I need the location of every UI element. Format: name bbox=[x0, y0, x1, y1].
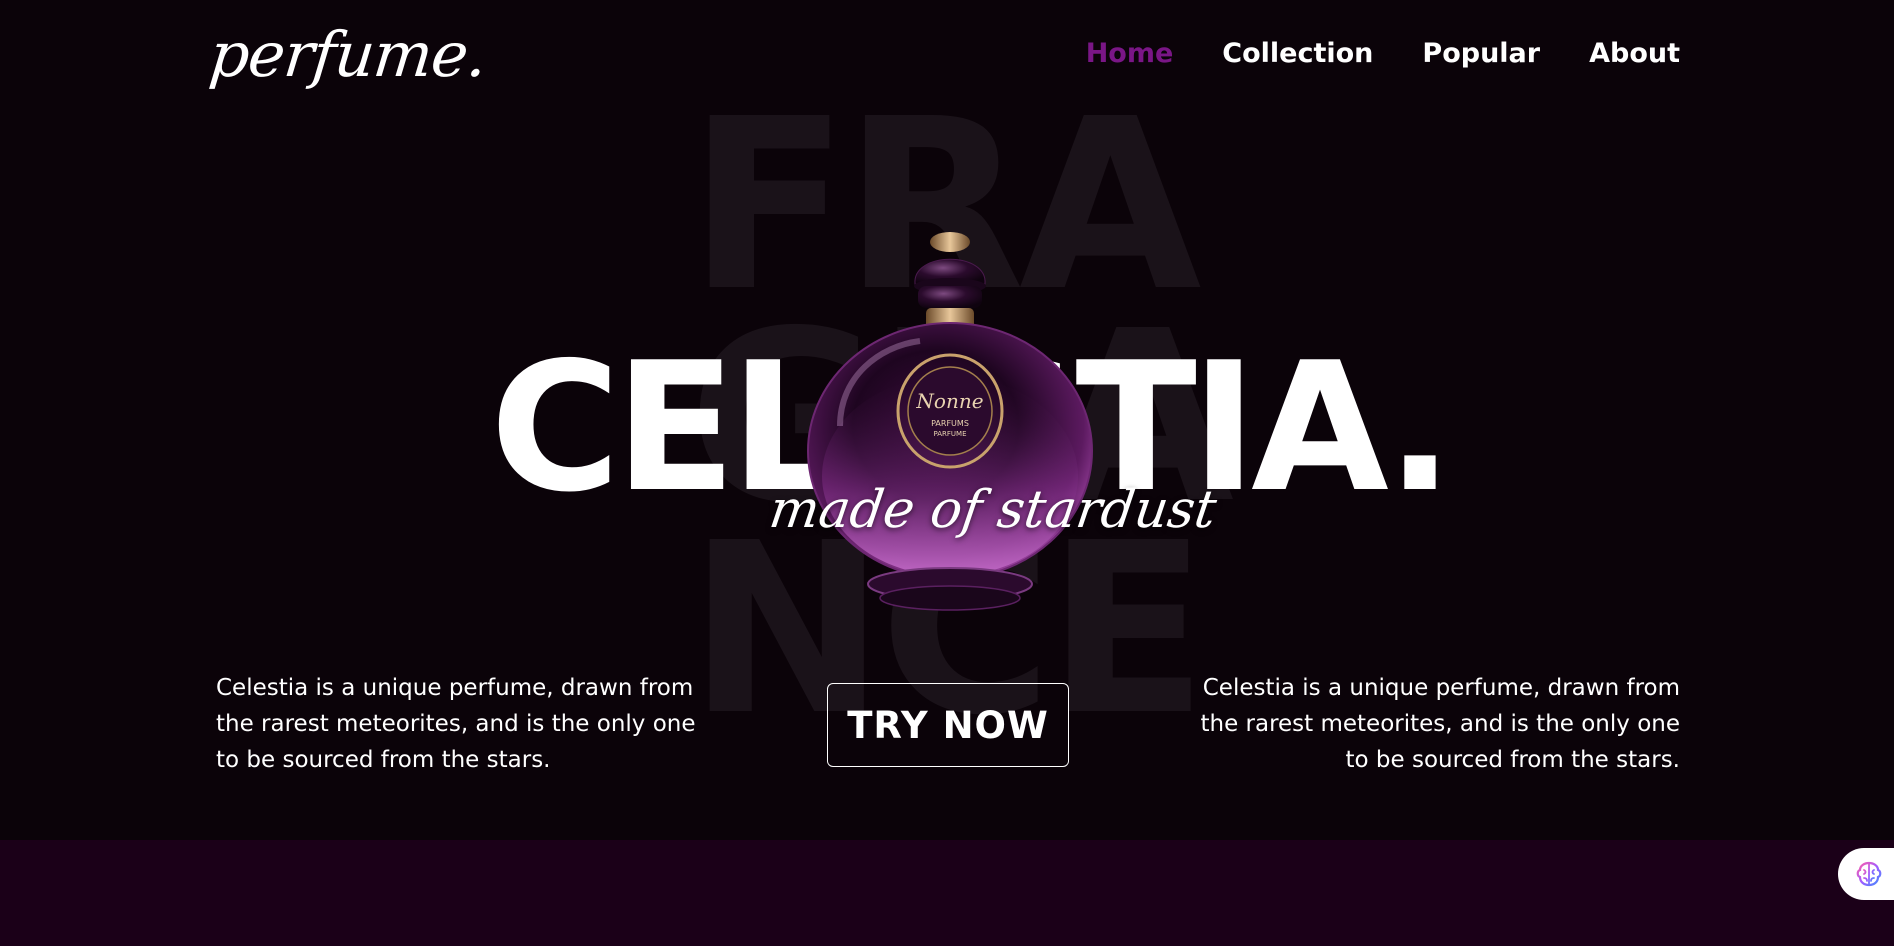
floating-assistant-widget[interactable] bbox=[1838, 848, 1894, 900]
nav-about[interactable]: About bbox=[1589, 38, 1680, 69]
nav-home[interactable]: Home bbox=[1086, 38, 1174, 69]
next-section-band bbox=[0, 840, 1894, 946]
bottle-label-brand: Nonne bbox=[915, 389, 983, 413]
hero-tagline: made of stardust bbox=[765, 480, 1221, 540]
bottle-label-line3: PARFUME bbox=[933, 430, 966, 438]
page: perfume. Home Collection Popular About F… bbox=[0, 0, 1894, 946]
perfume-bottle-image: Nonne PARFUMS PARFUME bbox=[807, 232, 1093, 611]
main-nav: Home Collection Popular About bbox=[1086, 38, 1680, 69]
nav-popular[interactable]: Popular bbox=[1422, 38, 1540, 69]
try-now-button[interactable]: TRY NOW bbox=[827, 683, 1069, 767]
brain-icon bbox=[1856, 861, 1882, 887]
nav-collection[interactable]: Collection bbox=[1222, 38, 1373, 69]
brand-logo[interactable]: perfume. bbox=[206, 18, 490, 91]
bottle-label-line2: PARFUMS bbox=[931, 419, 969, 428]
description-left: Celestia is a unique perfume, drawn from… bbox=[216, 675, 696, 773]
description-right: Celestia is a unique perfume, drawn from… bbox=[1200, 675, 1680, 773]
